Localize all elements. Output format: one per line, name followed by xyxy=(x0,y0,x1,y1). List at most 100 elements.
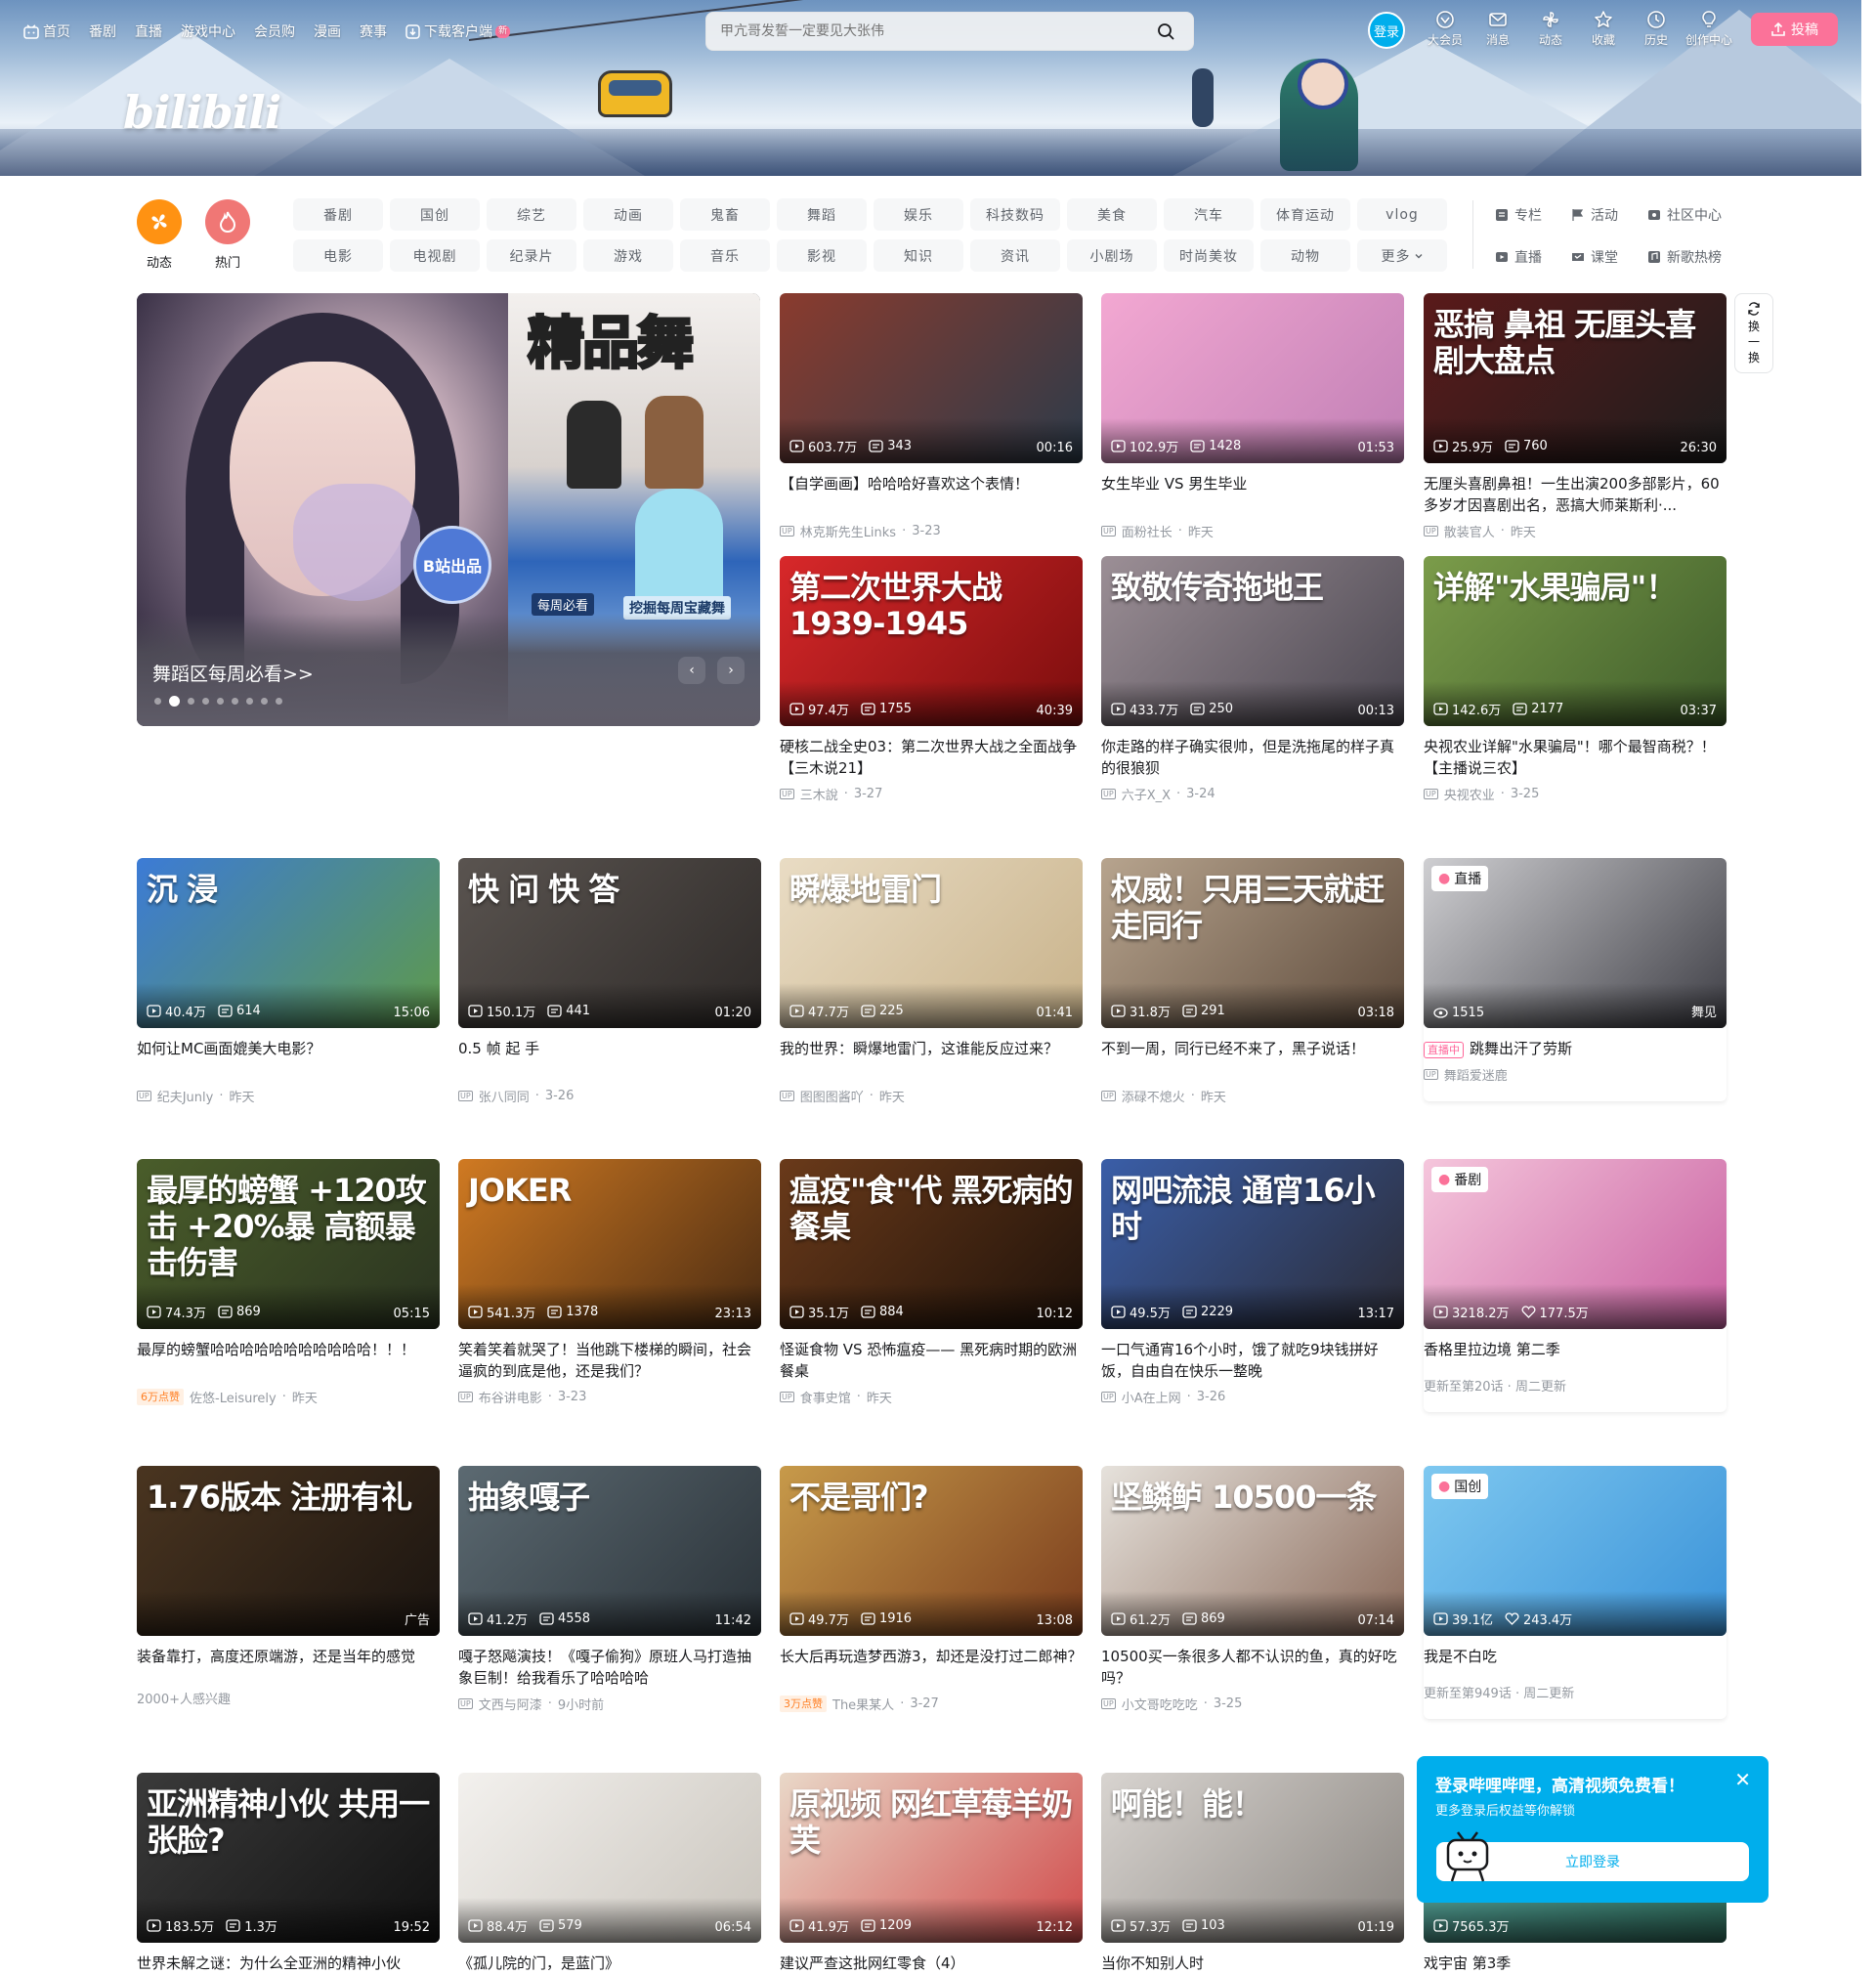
side-link-community[interactable]: 社区中心 xyxy=(1647,205,1765,225)
video-title[interactable]: 我是不白吃 xyxy=(1424,1646,1727,1667)
nav-mall[interactable]: 会员购 xyxy=(254,21,295,41)
creator-center-entry[interactable]: 创作中心 xyxy=(1683,10,1735,48)
uploader-name[interactable]: The果某人 xyxy=(832,1695,894,1713)
video-thumbnail[interactable]: 原视频 网红草莓羊奶芙 41.9万 1209 12:12 xyxy=(780,1773,1083,1943)
video-thumbnail[interactable]: 权威！只用三天就赶走同行 31.8万 291 03:18 xyxy=(1101,858,1404,1028)
uploader-name[interactable]: 布谷讲电影 xyxy=(479,1388,542,1406)
upload-button[interactable]: 投稿 xyxy=(1751,13,1838,46)
video-title[interactable]: 你走路的样子确实很帅，但是洗拖尾的样子真的很狼狈 xyxy=(1101,736,1404,779)
video-thumbnail[interactable]: 88.4万 579 06:54 xyxy=(458,1773,761,1943)
video-meta[interactable]: UP 散装官人 · 昨天 xyxy=(1424,522,1727,540)
video-thumbnail[interactable]: 坚鳞鲈 10500一条 61.2万 869 07:14 xyxy=(1101,1466,1404,1636)
side-link-music[interactable]: 新歌热榜 xyxy=(1647,247,1765,267)
video-thumbnail[interactable]: 恶搞 鼻祖 无厘头喜剧大盘点 25.9万 760 26:30 xyxy=(1424,293,1727,463)
carousel-prev-button[interactable]: ‹ xyxy=(678,657,705,684)
video-meta[interactable]: UP 小A在上网 · 3-26 xyxy=(1101,1388,1404,1406)
video-meta[interactable]: UP 央视农业 · 3-25 xyxy=(1424,785,1727,803)
channel-chip[interactable]: 体育运动 xyxy=(1260,198,1350,231)
channel-chip[interactable]: 电视剧 xyxy=(390,239,480,272)
video-card[interactable]: 恶搞 鼻祖 无厘头喜剧大盘点 25.9万 760 26:30 无厘头喜剧鼻祖！一生出演2… xyxy=(1424,293,1727,540)
carousel-dot[interactable] xyxy=(154,698,161,705)
video-thumbnail[interactable]: ● 番剧 3218.2万 177.5万 xyxy=(1424,1159,1727,1329)
uploader-name[interactable]: 添碌不熄火 xyxy=(1122,1087,1185,1105)
channel-chip[interactable]: 汽车 xyxy=(1164,198,1254,231)
uploader-name[interactable]: 散装官人 xyxy=(1444,522,1495,540)
login-avatar-button[interactable]: 登录 xyxy=(1368,12,1405,49)
carousel-dot[interactable] xyxy=(246,698,253,705)
channel-chip[interactable]: 小剧场 xyxy=(1067,239,1157,272)
video-card[interactable]: 快 问 快 答 150.1万 441 01:20 0.5 帧 起 手 UP 张八同同 · 3-2… xyxy=(458,858,761,1105)
video-card[interactable]: 抽象嘎子 41.2万 4558 11:42 嘎子怒飚演技！《嘎子偷狗》原班人马打造抽象巨… xyxy=(458,1466,761,1713)
uploader-name[interactable]: 小A在上网 xyxy=(1122,1388,1181,1406)
channel-chip[interactable]: 知识 xyxy=(874,239,963,272)
video-meta[interactable]: UP 林克斯先生Links · 3-23 xyxy=(780,522,1083,540)
channel-chip[interactable]: 番剧 xyxy=(293,198,383,231)
video-title[interactable]: 长大后再玩造梦西游3，却还是没打过二郎神？ xyxy=(780,1646,1083,1667)
channel-dynamic[interactable]: 动态 xyxy=(130,199,189,271)
video-title[interactable]: 《孤儿院的门，是蓝门》 xyxy=(458,1953,761,1974)
ad-card[interactable]: 1.76版本 注册有礼 广告 装备靠打，高度还原端游，还是当年的感觉 2000+人感兴… xyxy=(137,1466,440,1707)
carousel-dot[interactable] xyxy=(261,698,268,705)
video-title[interactable]: 香格里拉边境 第二季 xyxy=(1424,1339,1727,1360)
channel-chip[interactable]: 科技数码 xyxy=(970,198,1060,231)
video-title[interactable]: 装备靠打，高度还原端游，还是当年的感觉 xyxy=(137,1646,440,1667)
video-thumbnail[interactable]: 亚洲精神小伙 共用一张脸? 183.5万 1.3万 19:52 xyxy=(137,1773,440,1943)
channel-chip[interactable]: 电影 xyxy=(293,239,383,272)
video-card[interactable]: JOKER 541.3万 1378 23:13 笑着笑着就哭了！当他跳下楼梯的瞬间，社会… xyxy=(458,1159,761,1406)
video-card[interactable]: 第二次世界大战 1939-1945 97.4万 1755 40:39 硬核二战全史03：… xyxy=(780,556,1083,803)
video-title[interactable]: 无厘头喜剧鼻祖！一生出演200多部影片，60多岁才因喜剧出名，恶搞大师莱斯利·.… xyxy=(1424,473,1727,516)
video-thumbnail[interactable]: 瞬爆地雷门 47.7万 225 01:41 xyxy=(780,858,1083,1028)
channel-chip[interactable]: 舞蹈 xyxy=(777,198,867,231)
channel-chip[interactable]: 时尚美妆 xyxy=(1164,239,1254,272)
nav-home[interactable]: 首页 xyxy=(23,21,70,41)
video-thumbnail[interactable]: 603.7万 343 00:16 xyxy=(780,293,1083,463)
video-title[interactable]: 建议严查这批网红零食（4） xyxy=(780,1953,1083,1974)
video-thumbnail[interactable]: ● 直播 1515 舞见 xyxy=(1424,858,1727,1028)
video-card[interactable]: 网吧流浪 通宵16小时 49.5万 2229 13:17 一口气通宵16个小时，饿了就吃… xyxy=(1101,1159,1404,1406)
video-meta[interactable]: UP 文西与阿漆 · 9小时前 xyxy=(458,1695,761,1713)
video-title[interactable]: 世界未解之谜：为什么全亚洲的精神小伙 xyxy=(137,1953,440,1974)
video-title[interactable]: 我的世界：瞬爆地雷门，这谁能反应过来？ xyxy=(780,1038,1083,1059)
hero-carousel[interactable]: B站出品 精品舞 每周必看 挖掘每周宝藏舞 舞蹈区每周必看>> ‹ › xyxy=(137,293,760,726)
video-title[interactable]: 一口气通宵16个小时，饿了就吃9块钱拼好饭，自由自在快乐一整晚 xyxy=(1101,1339,1404,1382)
channel-chip[interactable]: 动画 xyxy=(583,198,673,231)
video-card[interactable]: 啊能！能！ 57.3万 103 01:19 当你不知别人时 xyxy=(1101,1773,1404,1974)
uploader-name[interactable]: 图图图酱吖 xyxy=(800,1087,864,1105)
series-card[interactable]: ● 国创 39.1亿 243.4万 我是不白吃 更新至第949话 · 周二更新 xyxy=(1424,1466,1727,1719)
video-meta[interactable]: UP 食事史馆 · 昨天 xyxy=(780,1388,1083,1406)
carousel-dot[interactable] xyxy=(217,698,224,705)
channel-chip[interactable]: 游戏 xyxy=(583,239,673,272)
uploader-name[interactable]: 张八同同 xyxy=(479,1087,530,1105)
video-thumbnail[interactable]: 详解"水果骗局"！ 142.6万 2177 03:37 xyxy=(1424,556,1727,726)
channel-chip[interactable]: 美食 xyxy=(1067,198,1157,231)
channel-chip[interactable]: 音乐 xyxy=(680,239,770,272)
more-channels-button[interactable]: 更多 xyxy=(1357,239,1447,272)
video-title[interactable]: 戏宇宙 第3季 xyxy=(1424,1953,1727,1974)
nav-esports[interactable]: 赛事 xyxy=(360,21,387,41)
video-thumbnail[interactable]: 第二次世界大战 1939-1945 97.4万 1755 40:39 xyxy=(780,556,1083,726)
carousel-title[interactable]: 舞蹈区每周必看>> xyxy=(152,660,314,686)
carousel-dot[interactable] xyxy=(169,696,180,707)
carousel-dot[interactable] xyxy=(232,698,238,705)
video-card[interactable]: 坚鳞鲈 10500一条 61.2万 869 07:14 10500买一条很多人都不认识的… xyxy=(1101,1466,1404,1713)
video-meta[interactable]: UP 添碌不熄火 · 昨天 xyxy=(1101,1087,1404,1105)
video-thumbnail[interactable]: 瘟疫"食"代 黑死病的餐桌 35.1万 884 10:12 xyxy=(780,1159,1083,1329)
video-title[interactable]: 不到一周，同行已经不来了，黑子说话！ xyxy=(1101,1038,1404,1059)
video-card[interactable]: 致敬传奇拖地王 433.7万 250 00:13 你走路的样子确实很帅，但是洗拖尾的样子… xyxy=(1101,556,1404,803)
uploader-name[interactable]: 食事史馆 xyxy=(800,1388,851,1406)
uploader-name[interactable]: 文西与阿漆 xyxy=(479,1695,542,1713)
video-thumbnail[interactable]: 抽象嘎子 41.2万 4558 11:42 xyxy=(458,1466,761,1636)
vip-entry[interactable]: 大会员 xyxy=(1419,10,1471,48)
video-card[interactable]: 权威！只用三天就赶走同行 31.8万 291 03:18 不到一周，同行已经不来了，黑子… xyxy=(1101,858,1404,1105)
uploader-name[interactable]: 六子X_X xyxy=(1122,785,1171,803)
video-title[interactable]: 0.5 帧 起 手 xyxy=(458,1038,761,1059)
video-card[interactable]: 瘟疫"食"代 黑死病的餐桌 35.1万 884 10:12 怪诞食物 VS 恐怖瘟疫——… xyxy=(780,1159,1083,1406)
channel-chip[interactable]: 综艺 xyxy=(487,198,576,231)
video-thumbnail[interactable]: 致敬传奇拖地王 433.7万 250 00:13 xyxy=(1101,556,1404,726)
video-thumbnail[interactable]: 最厚的螃蟹 +120攻击 +20%暴 高额暴击伤害 74.3万 869 05:15 xyxy=(137,1159,440,1329)
video-title[interactable]: 最厚的螃蟹哈哈哈哈哈哈哈哈哈哈哈！！！ xyxy=(137,1339,440,1360)
video-title[interactable]: 笑着笑着就哭了！当他跳下楼梯的瞬间，社会逼疯的到底是他，还是我们？ xyxy=(458,1339,761,1382)
video-title[interactable]: 当你不知别人时 xyxy=(1101,1953,1404,1974)
uploader-name[interactable]: 舞蹈爱迷鹿 xyxy=(1444,1065,1508,1084)
uploader-name[interactable]: 佐悠-Leisurely xyxy=(190,1388,277,1406)
